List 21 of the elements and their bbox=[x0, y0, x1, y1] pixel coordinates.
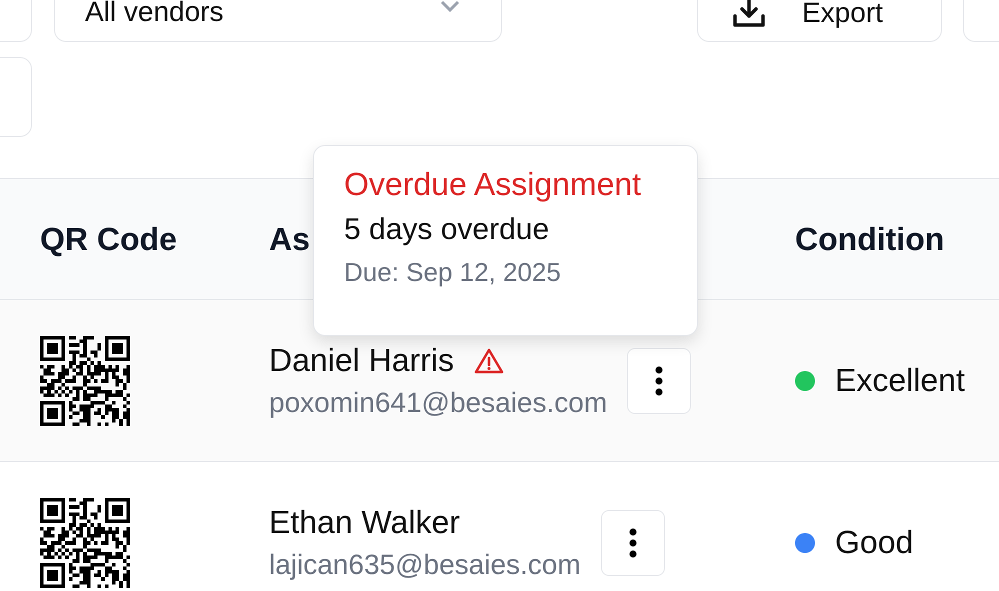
condition-label: Good bbox=[835, 524, 914, 561]
person-email: poxomin641@besaies.com bbox=[269, 387, 608, 419]
vendor-dropdown[interactable]: All vendors bbox=[54, 0, 502, 42]
person-email: lajican635@besaies.com bbox=[269, 549, 581, 581]
tooltip-title: Overdue Assignment bbox=[344, 166, 642, 203]
condition-label: Excellent bbox=[835, 362, 965, 399]
more-vertical-icon bbox=[628, 528, 637, 558]
person-name: Ethan Walker bbox=[269, 504, 460, 541]
chevron-down-icon bbox=[439, 0, 461, 12]
more-vertical-icon bbox=[655, 366, 664, 396]
toolbar-button[interactable] bbox=[963, 0, 999, 42]
download-icon bbox=[732, 0, 766, 28]
column-header: Condition bbox=[795, 220, 944, 258]
export-button[interactable]: Export bbox=[697, 0, 942, 42]
tooltip-message: 5 days overdue bbox=[344, 213, 550, 247]
column-header: QR Code bbox=[40, 220, 177, 258]
person-name: Daniel Harris bbox=[269, 342, 454, 379]
column-header: As bbox=[269, 220, 310, 258]
more-options-button[interactable] bbox=[627, 348, 692, 414]
due-date: Due: Sep 12, 2025 bbox=[344, 257, 562, 288]
more-options-button[interactable] bbox=[600, 510, 665, 576]
